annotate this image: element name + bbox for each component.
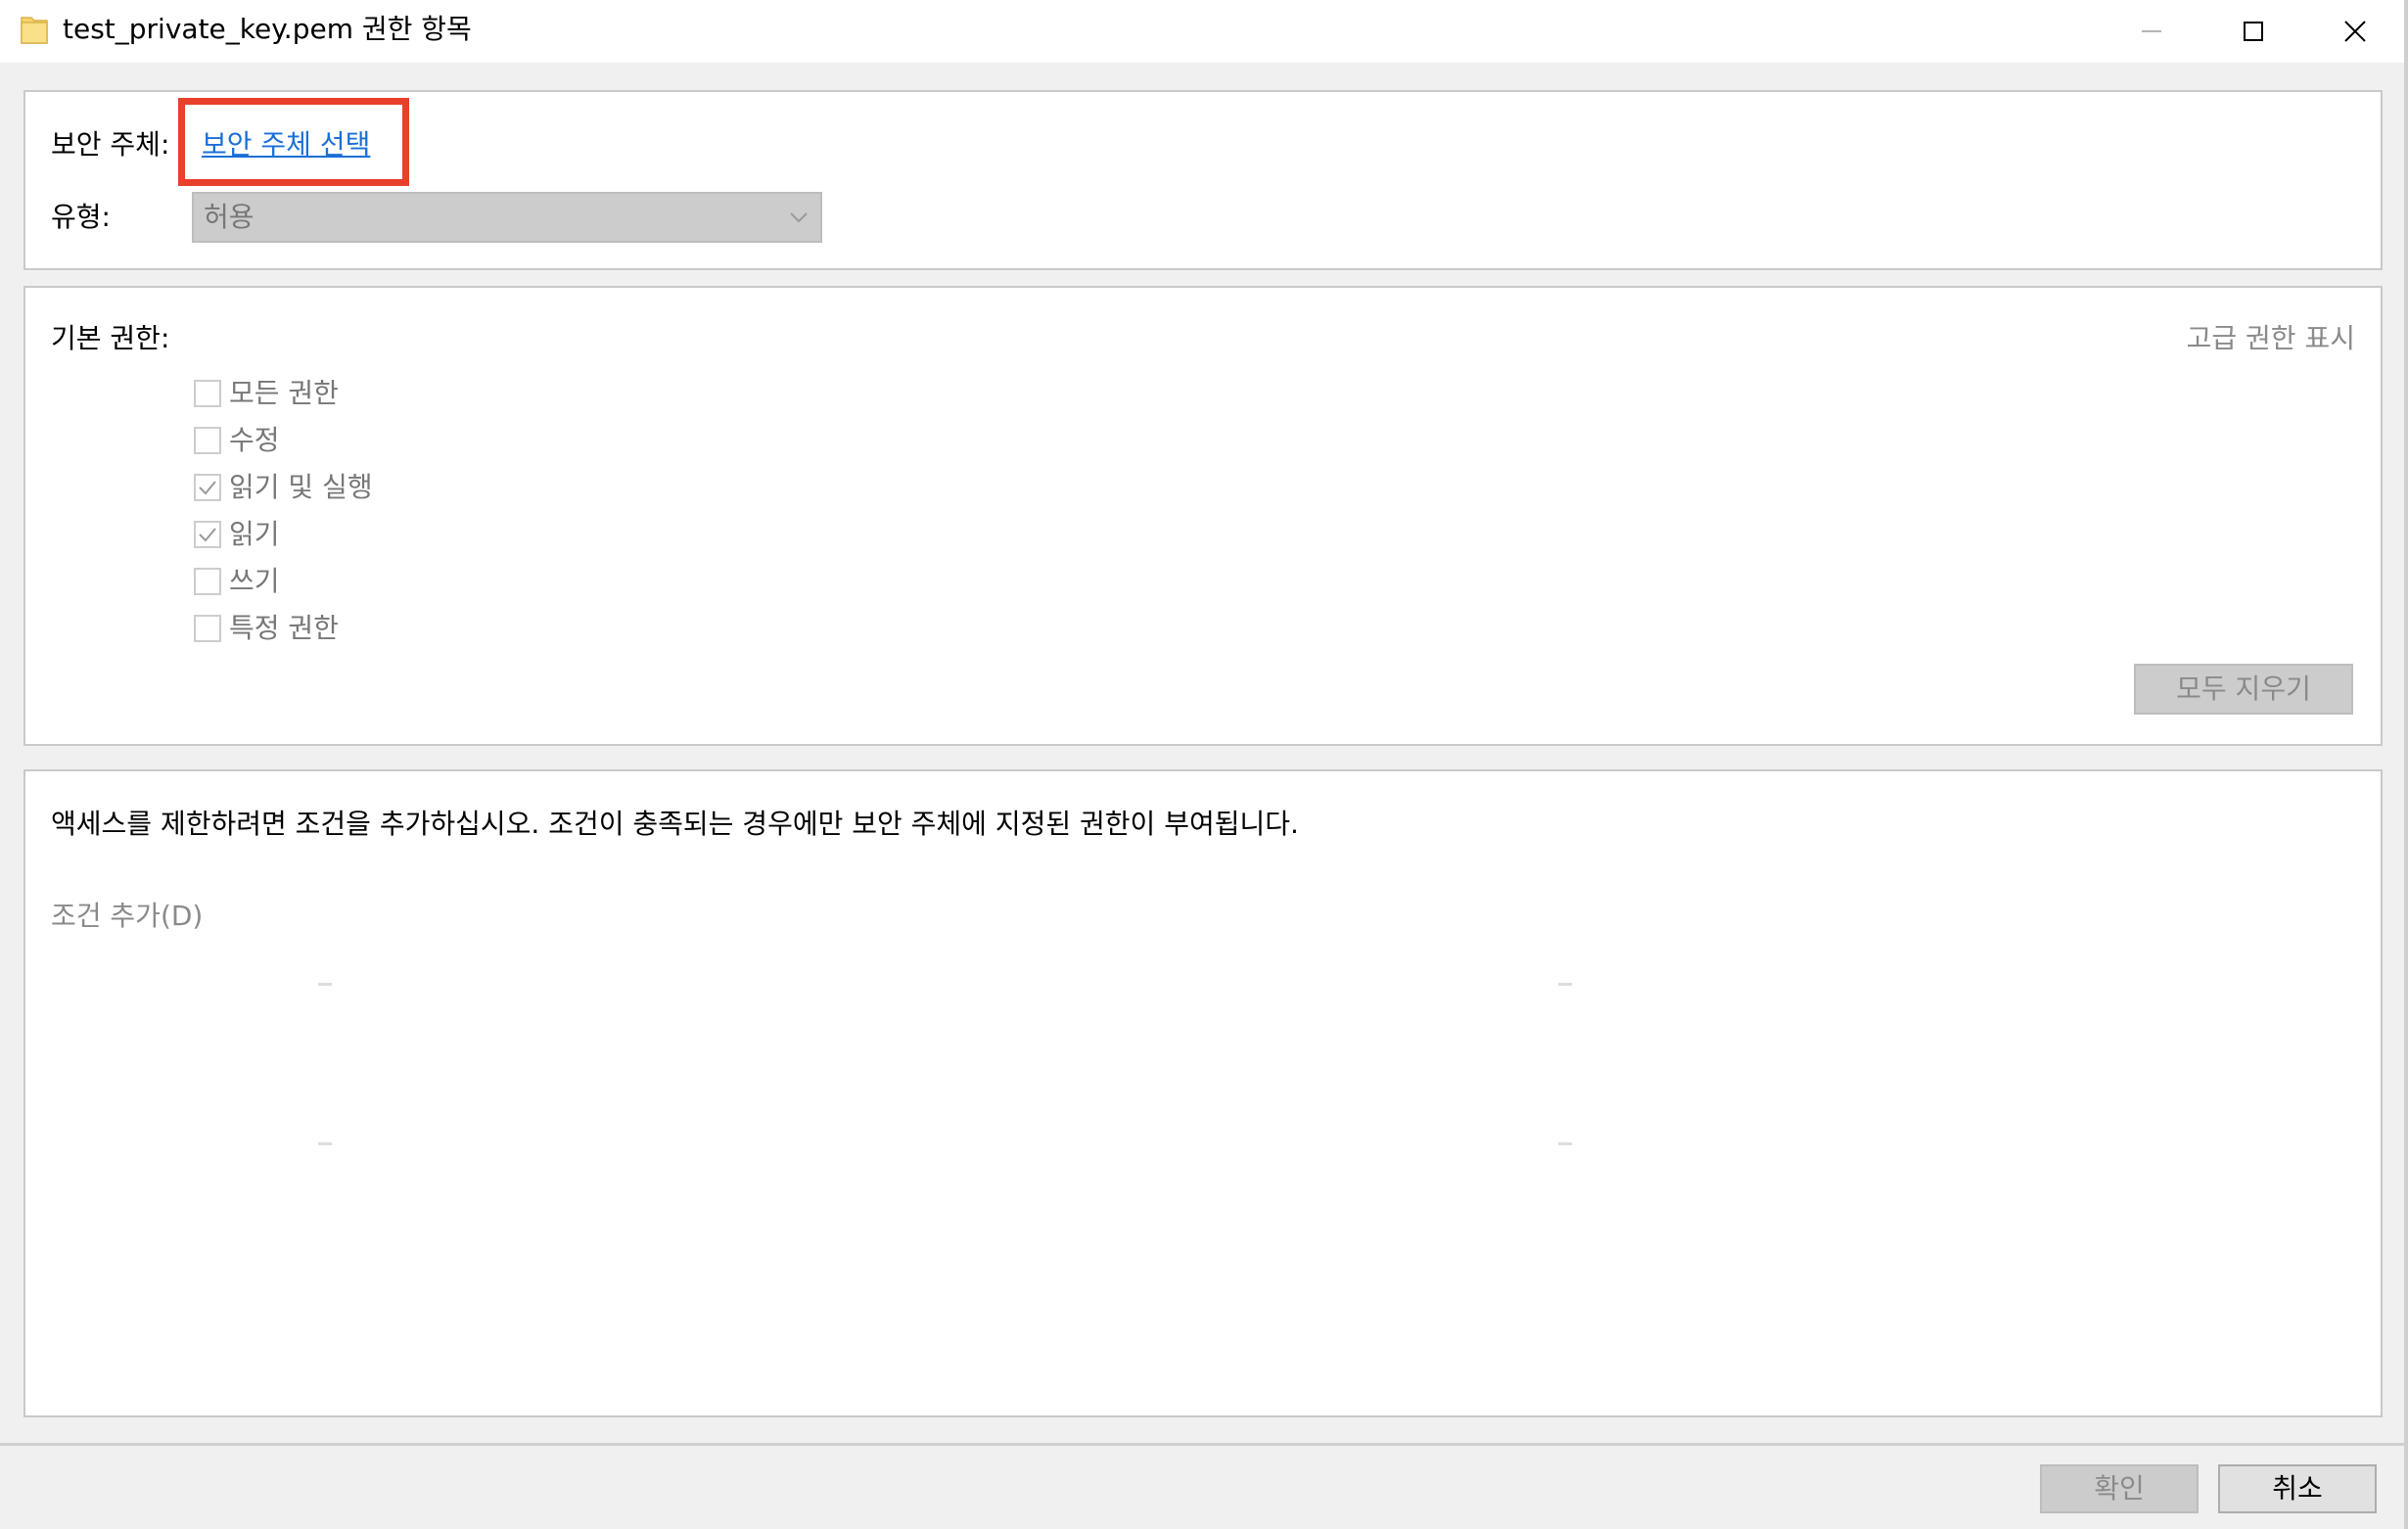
placeholder-mark [1558,983,1572,986]
window-title: test_private_key.pem 권한 항목 [63,13,472,45]
window-border [2404,0,2408,1529]
permission-label: 읽기 [229,518,280,550]
close-button[interactable] [2304,0,2406,63]
permission-special[interactable]: 특정 권한 [194,609,339,648]
title-bar: test_private_key.pem 권한 항목 [0,0,2404,63]
permissions-panel [23,286,2383,746]
permission-label: 모든 권한 [229,377,339,409]
cancel-button[interactable]: 취소 [2218,1464,2377,1513]
permission-entry-window: test_private_key.pem 권한 항목 보안 주체: 보안 주체 … [0,0,2408,1529]
chevron-down-icon [790,212,808,223]
minimize-icon [2142,30,2161,32]
type-dropdown[interactable]: 허용 [192,192,822,243]
placeholder-mark [1558,1142,1572,1145]
conditions-description: 액세스를 제한하려면 조건을 추가하십시오. 조건이 충족되는 경우에만 보안 … [51,808,1299,840]
permission-read[interactable]: 읽기 [194,515,280,554]
show-advanced-permissions-link[interactable]: 고급 권한 표시 [2187,321,2355,356]
checkbox[interactable] [194,615,221,642]
type-dropdown-value: 허용 [204,201,255,233]
maximize-button[interactable] [2202,0,2304,63]
checkbox[interactable] [194,568,221,595]
basic-permissions-label: 기본 권한: [51,322,170,354]
checkmark-icon [199,481,216,495]
permission-read-execute[interactable]: 읽기 및 실행 [194,468,373,507]
footer-divider [0,1443,2404,1446]
placeholder-mark [318,983,332,986]
checkbox[interactable] [194,380,221,407]
permission-label: 쓰기 [229,565,280,597]
permission-label: 수정 [229,424,280,456]
add-condition-link[interactable]: 조건 추가(D) [51,899,203,934]
checkbox[interactable] [194,427,221,454]
permission-label: 특정 권한 [229,612,339,644]
checkbox[interactable] [194,474,221,501]
minimize-button[interactable] [2101,0,2202,63]
type-label: 유형: [51,201,111,233]
permission-modify[interactable]: 수정 [194,421,280,460]
highlight-annotation [178,98,409,186]
clear-all-button[interactable]: 모두 지우기 [2134,664,2353,715]
principal-label: 보안 주체: [51,128,170,161]
permission-write[interactable]: 쓰기 [194,562,280,601]
folder-icon [21,17,48,44]
placeholder-mark [318,1142,332,1145]
permission-label: 읽기 및 실행 [229,471,373,503]
close-icon [2344,21,2366,42]
checkmark-icon [199,528,216,542]
checkbox[interactable] [194,521,221,548]
maximize-icon [2244,22,2263,41]
conditions-panel [23,769,2383,1417]
permission-full-control[interactable]: 모든 권한 [194,374,339,413]
ok-button[interactable]: 확인 [2040,1464,2199,1513]
